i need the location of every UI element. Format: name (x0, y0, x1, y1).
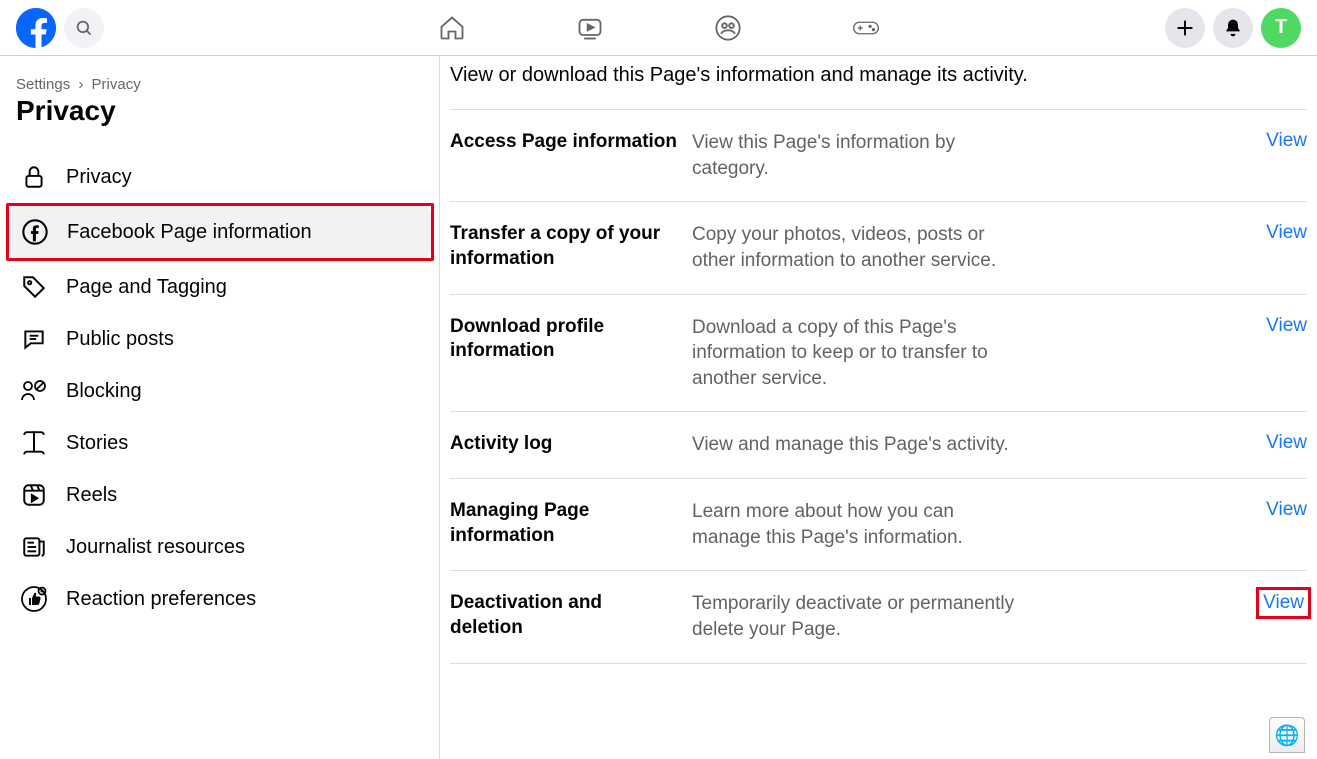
view-link-deactivation[interactable]: View (1263, 592, 1304, 613)
plus-icon (1175, 18, 1195, 38)
sidebar-item-label: Public posts (66, 328, 174, 351)
highlight-box-sidebar: Facebook Page information (6, 203, 434, 261)
row-action: View (1266, 315, 1307, 337)
tag-icon (18, 271, 50, 303)
sidebar-item-label: Privacy (66, 166, 132, 189)
main-inner: View or download this Page's information… (440, 56, 1317, 664)
breadcrumb-privacy: Privacy (92, 76, 141, 93)
notifications-button[interactable] (1213, 8, 1253, 48)
sidebar-item-privacy[interactable]: Privacy (8, 151, 432, 203)
row-action: View (1266, 432, 1307, 454)
gaming-nav[interactable] (852, 14, 880, 42)
view-link-transfer[interactable]: View (1266, 222, 1307, 243)
groups-nav[interactable] (714, 14, 742, 42)
sidebar-item-label: Facebook Page information (67, 221, 312, 244)
row-action: View (1266, 499, 1307, 521)
row-title: Transfer a copy of your information (450, 222, 692, 271)
watch-nav[interactable] (576, 14, 604, 42)
facebook-circle-icon (19, 216, 51, 248)
row-access-page-info: Access Page information View this Page's… (450, 110, 1307, 202)
create-button[interactable] (1165, 8, 1205, 48)
view-link-managing[interactable]: View (1266, 499, 1307, 520)
sidebar-list: Privacy Facebook Page information Page a… (8, 151, 432, 625)
header-right: T (1165, 8, 1301, 48)
row-title: Download profile information (450, 315, 692, 364)
view-link-access[interactable]: View (1266, 130, 1307, 151)
bell-icon (1223, 18, 1243, 38)
watch-icon (576, 13, 604, 43)
chat-icon (18, 323, 50, 355)
row-title: Access Page information (450, 130, 692, 155)
top-header: T (0, 0, 1317, 56)
row-desc: Download a copy of this Page's informati… (692, 315, 1022, 392)
row-action: View (1256, 591, 1307, 619)
main-content: View or download this Page's information… (440, 56, 1317, 759)
reels-icon (18, 479, 50, 511)
sidebar-item-label: Stories (66, 432, 128, 455)
view-link-activity[interactable]: View (1266, 432, 1307, 453)
gaming-icon (852, 16, 880, 40)
sidebar-item-blocking[interactable]: Blocking (8, 365, 432, 417)
book-icon (18, 427, 50, 459)
groups-icon (714, 13, 742, 43)
newspaper-icon (18, 531, 50, 563)
header-left (16, 8, 104, 48)
row-action: View (1266, 130, 1307, 152)
facebook-f-icon (16, 8, 56, 48)
row-desc: View and manage this Page's activity. (692, 432, 1022, 458)
search-icon (75, 19, 93, 37)
breadcrumb-sep: › (78, 76, 83, 93)
home-nav[interactable] (438, 14, 466, 42)
row-managing-page: Managing Page information Learn more abo… (450, 479, 1307, 571)
row-desc: View this Page's information by category… (692, 130, 1022, 181)
facebook-logo[interactable] (16, 8, 56, 48)
sidebar-item-label: Journalist resources (66, 536, 245, 559)
avatar-initial: T (1275, 16, 1287, 39)
search-button[interactable] (64, 8, 104, 48)
blocking-icon (18, 375, 50, 407)
row-title: Managing Page information (450, 499, 692, 548)
lock-icon (18, 161, 50, 193)
thumbs-up-icon (18, 583, 50, 615)
sidebar-item-label: Reaction preferences (66, 588, 256, 611)
row-download-profile: Download profile information Download a … (450, 295, 1307, 413)
sidebar-item-label: Reels (66, 484, 117, 507)
sidebar: Settings › Privacy Privacy Privacy Faceb… (0, 56, 440, 759)
row-title: Deactivation and deletion (450, 591, 692, 640)
row-deactivation: Deactivation and deletion Temporarily de… (450, 571, 1307, 663)
sidebar-item-journalist[interactable]: Journalist resources (8, 521, 432, 573)
intro-text: View or download this Page's information… (450, 56, 1307, 110)
row-title: Activity log (450, 432, 692, 457)
highlight-box-view: View (1256, 587, 1311, 619)
sidebar-item-page-tagging[interactable]: Page and Tagging (8, 261, 432, 313)
row-transfer-copy: Transfer a copy of your information Copy… (450, 202, 1307, 294)
row-activity-log: Activity log View and manage this Page's… (450, 412, 1307, 479)
row-desc: Temporarily deactivate or permanently de… (692, 591, 1022, 642)
home-icon (438, 13, 466, 43)
row-action: View (1266, 222, 1307, 244)
header-center-nav (438, 14, 880, 42)
breadcrumb-settings[interactable]: Settings (16, 76, 70, 93)
sidebar-item-reels[interactable]: Reels (8, 469, 432, 521)
breadcrumb: Settings › Privacy (8, 76, 432, 93)
sidebar-item-facebook-page-info[interactable]: Facebook Page information (9, 206, 431, 258)
globe-status-icon[interactable]: 🌐 (1269, 717, 1305, 753)
sidebar-item-public-posts[interactable]: Public posts (8, 313, 432, 365)
sidebar-item-stories[interactable]: Stories (8, 417, 432, 469)
profile-avatar[interactable]: T (1261, 8, 1301, 48)
page-title: Privacy (8, 95, 432, 127)
row-desc: Learn more about how you can manage this… (692, 499, 1022, 550)
view-link-download[interactable]: View (1266, 315, 1307, 336)
body-container: Settings › Privacy Privacy Privacy Faceb… (0, 56, 1317, 759)
sidebar-item-label: Blocking (66, 380, 142, 403)
row-desc: Copy your photos, videos, posts or other… (692, 222, 1022, 273)
sidebar-item-reaction-prefs[interactable]: Reaction preferences (8, 573, 432, 625)
sidebar-item-label: Page and Tagging (66, 276, 227, 299)
